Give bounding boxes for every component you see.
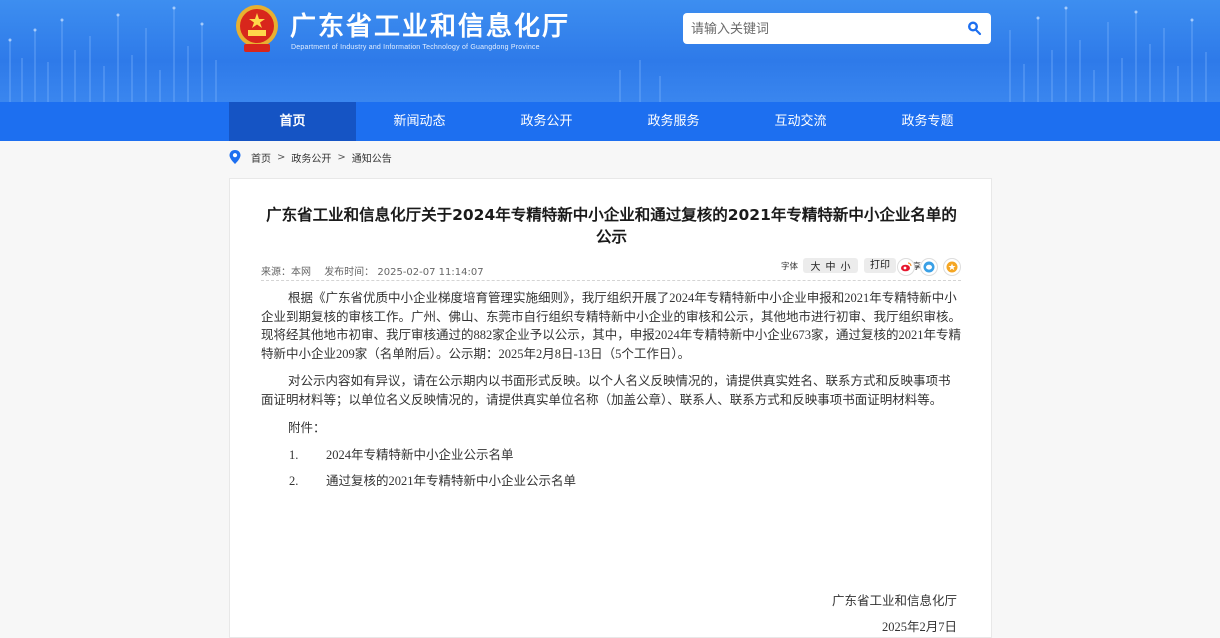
article-title: 广东省工业和信息化厅关于2024年专精特新中小企业和通过复核的2021年专精特新… (266, 206, 957, 246)
attachment-name[interactable]: 2024年专精特新中小企业公示名单 (326, 446, 514, 465)
font-size-large-button[interactable]: 大 (810, 258, 820, 273)
site-title[interactable]: 广东省工业和信息化厅 (290, 6, 570, 43)
font-size-small-button[interactable]: 小 (840, 258, 850, 273)
article-paragraph: 根据《广东省优质中小企业梯度培育管理实施细则》，我厅组织开展了2024年专精特新… (261, 291, 962, 361)
article-published-time: 发布时间： 2025-02-07 11:14:07 (324, 267, 484, 278)
location-pin-icon (229, 150, 241, 164)
search-input[interactable] (691, 19, 951, 39)
breadcrumb-government-affairs[interactable]: 政务公开 (291, 150, 331, 165)
attachment-link[interactable]: 2. 通过复核的2021年专精特新中小企业公示名单 (261, 472, 961, 491)
site-header: 广东省工业和信息化厅 Department of Industry and In… (0, 0, 1220, 102)
article-signature: 广东省工业和信息化厅 (831, 594, 957, 608)
article-signature-date: 2025年2月7日 (881, 620, 957, 634)
header-decoration (8, 6, 1207, 102)
nav-item-news[interactable]: 新闻动态 (356, 102, 483, 141)
wechat-icon[interactable] (920, 258, 938, 276)
article-meta: 来源：本网 发布时间： 2025-02-07 11:14:07 字体 大 中 小… (261, 258, 961, 281)
breadcrumb-separator: > (277, 151, 286, 163)
breadcrumb-notices[interactable]: 通知公告 (352, 150, 392, 165)
weibo-icon[interactable] (897, 258, 915, 276)
attachment-link[interactable]: 1. 2024年专精特新中小企业公示名单 (261, 446, 961, 465)
font-size-medium-button[interactable]: 中 (825, 258, 835, 273)
attachments-label: 附件： (288, 420, 326, 435)
site-subtitle: Department of Industry and Information T… (291, 44, 540, 51)
article-source: 来源：本网 (261, 267, 311, 278)
print-button[interactable]: 打印 (863, 258, 896, 273)
attachment-number: 2. (289, 473, 299, 488)
font-size-label: 字体 (780, 261, 798, 272)
nav-item-government-affairs[interactable]: 政务公开 (483, 102, 610, 141)
star-icon[interactable] (943, 258, 961, 276)
font-size-control: 大 中 小 (802, 258, 858, 273)
national-emblem-icon[interactable] (232, 2, 282, 54)
article-card: 广东省工业和信息化厅关于2024年专精特新中小企业和通过复核的2021年专精特新… (229, 178, 992, 638)
breadcrumb-separator: > (337, 151, 346, 163)
attachment-name[interactable]: 通过复核的2021年专精特新中小企业公示名单 (326, 472, 576, 491)
breadcrumb-home[interactable]: 首页 (251, 150, 271, 165)
search-icon[interactable] (965, 19, 983, 37)
breadcrumb: 首页 > 政务公开 > 通知公告 (229, 149, 392, 165)
nav-item-topics[interactable]: 政务专题 (864, 102, 991, 141)
search-box (683, 13, 991, 44)
nav-item-services[interactable]: 政务服务 (610, 102, 737, 141)
nav-item-home[interactable]: 首页 (229, 102, 356, 141)
share-icons (897, 258, 961, 276)
nav-item-interaction[interactable]: 互动交流 (737, 102, 864, 141)
article-body: 根据《广东省优质中小企业梯度培育管理实施细则》，我厅组织开展了2024年专精特新… (261, 289, 961, 497)
main-nav: 首页 新闻动态 政务公开 政务服务 互动交流 政务专题 (0, 102, 1220, 141)
attachment-number: 1. (289, 448, 299, 463)
article-paragraph: 对公示内容如有异议，请在公示期内以书面形式反映。以个人名义反映情况的，请提供真实… (261, 374, 951, 407)
